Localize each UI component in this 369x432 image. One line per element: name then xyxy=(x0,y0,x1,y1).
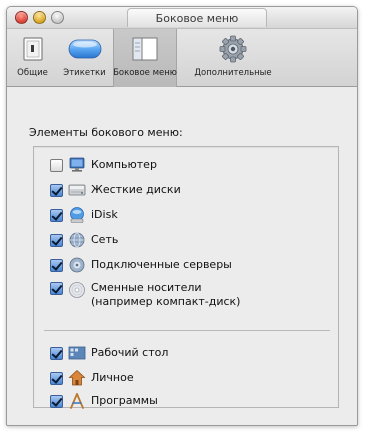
hard-disk-icon xyxy=(68,181,86,199)
sidebar-items-list: Компьютер Жесткие диски iDisk Сеть Подкл… xyxy=(33,146,339,410)
list-item-idisk[interactable]: iDisk xyxy=(50,206,118,224)
checkbox-servers[interactable] xyxy=(50,258,63,272)
item-label-idisk: iDisk xyxy=(91,208,118,221)
network-icon xyxy=(68,231,86,249)
minimize-button[interactable] xyxy=(33,11,46,24)
checkbox-removable-media[interactable] xyxy=(50,282,63,295)
checkbox-desktop[interactable] xyxy=(50,346,63,360)
close-button[interactable] xyxy=(15,11,28,24)
checkbox-computer[interactable] xyxy=(50,158,63,172)
tab-sidebar-label: Боковое меню xyxy=(113,68,177,78)
item-label-network: Сеть xyxy=(91,233,119,246)
checkbox-hard-disks[interactable] xyxy=(50,183,63,197)
tab-labels-label: Этикетки xyxy=(63,68,106,78)
item-label-removable-media-line2: (например компакт-диск) xyxy=(91,295,241,308)
labels-icon xyxy=(68,33,102,65)
tab-general[interactable]: Общие xyxy=(9,29,56,87)
tab-general-label: Общие xyxy=(17,68,48,78)
item-label-hard-disks: Жесткие диски xyxy=(91,183,181,196)
item-label-desktop: Рабочий стол xyxy=(91,346,169,359)
list-item-home[interactable]: Личное xyxy=(50,369,134,387)
idisk-icon xyxy=(68,206,86,224)
tab-sidebar[interactable]: Боковое меню xyxy=(113,29,177,87)
sidebar-preferences-pane: Элементы бокового меню: Компьютер Жестки… xyxy=(7,89,357,425)
list-item-hard-disks[interactable]: Жесткие диски xyxy=(50,181,181,199)
title-bar[interactable]: Боковое меню xyxy=(7,7,357,29)
list-item-servers[interactable]: Подключенные серверы xyxy=(50,256,232,274)
item-label-servers: Подключенные серверы xyxy=(91,258,232,271)
section-label: Элементы бокового меню: xyxy=(29,126,183,139)
item-label-removable-media-line1: Сменные носители xyxy=(91,281,202,294)
list-divider xyxy=(44,330,330,331)
window-controls xyxy=(15,11,64,24)
tab-advanced-label: Дополнительные xyxy=(194,68,272,78)
tab-advanced[interactable]: Дополнительные xyxy=(177,29,289,87)
advanced-gear-icon xyxy=(216,33,250,65)
checkbox-idisk[interactable] xyxy=(50,208,63,222)
item-label-computer: Компьютер xyxy=(91,158,157,171)
list-item-computer[interactable]: Компьютер xyxy=(50,156,157,174)
preferences-window: Боковое меню Общие Этикетки Боковое меню… xyxy=(6,6,358,426)
list-item-applications[interactable]: Программы xyxy=(50,392,158,410)
server-icon xyxy=(68,256,86,274)
applications-icon xyxy=(68,392,86,410)
item-label-applications: Программы xyxy=(91,394,158,407)
desktop-icon xyxy=(68,344,86,362)
item-label-home: Личное xyxy=(91,371,134,384)
list-item-desktop[interactable]: Рабочий стол xyxy=(50,344,168,362)
checkbox-applications[interactable] xyxy=(50,394,63,408)
list-item-removable-media[interactable]: Сменные носители (например компакт-диск) xyxy=(50,281,240,309)
computer-icon xyxy=(68,156,86,174)
sidebar-icon xyxy=(128,33,162,65)
checkbox-home[interactable] xyxy=(50,371,63,385)
window-title-capsule: Боковое меню xyxy=(127,8,267,27)
item-label-removable-media: Сменные носители (например компакт-диск) xyxy=(91,281,240,309)
zoom-button[interactable] xyxy=(51,11,64,24)
checkbox-network[interactable] xyxy=(50,233,63,247)
window-title: Боковое меню xyxy=(155,11,239,25)
preferences-toolbar: Общие Этикетки Боковое меню Дополнительн… xyxy=(7,29,357,87)
cd-icon xyxy=(68,281,86,299)
general-icon xyxy=(16,33,50,65)
list-item-network[interactable]: Сеть xyxy=(50,231,118,249)
tab-labels[interactable]: Этикетки xyxy=(56,29,113,87)
home-icon xyxy=(68,369,86,387)
